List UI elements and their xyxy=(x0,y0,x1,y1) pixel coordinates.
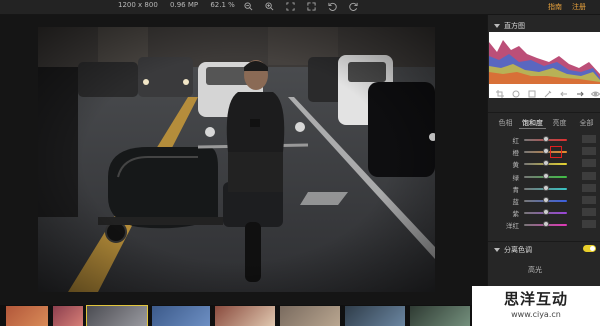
tab-luminance[interactable]: 亮度 xyxy=(546,117,573,129)
hsl-slider-row: 黄 xyxy=(490,159,598,169)
hsl-slider-row: 红 xyxy=(490,135,598,145)
hsl-slider-label: 蓝 xyxy=(512,198,520,206)
circle-tool-icon[interactable] xyxy=(510,89,521,99)
crop-icon[interactable] xyxy=(494,89,505,99)
hsl-slider-value-box[interactable] xyxy=(582,147,596,156)
image-dimensions: 1200 x 800 xyxy=(118,1,158,9)
hsl-slider-label: 橙 xyxy=(512,149,520,158)
square-tool-icon[interactable] xyxy=(526,89,537,99)
adjustments-panel: 直方图 色相 饱和度 亮度 全部 红 橙 黄 绿 青 蓝 紫 洋红 分离色调 高… xyxy=(487,15,600,326)
hsl-slider-handle[interactable] xyxy=(542,172,549,179)
watermark-url: www.ciya.cn xyxy=(511,310,561,319)
hsl-slider-label: 红 xyxy=(512,137,520,145)
tab-all[interactable]: 全部 xyxy=(573,117,600,129)
filmstrip-thumbnail[interactable] xyxy=(280,306,340,326)
filmstrip-thumbnail[interactable] xyxy=(152,306,210,326)
hsl-slider-handle[interactable] xyxy=(542,136,549,142)
divider xyxy=(488,241,600,242)
tab-hue[interactable]: 色相 xyxy=(492,117,519,129)
hsl-slider-label: 紫 xyxy=(512,210,520,219)
hsl-slider-label: 青 xyxy=(512,185,520,194)
hsl-slider-value-box[interactable] xyxy=(582,220,596,229)
guide-link[interactable]: 指南 xyxy=(548,2,562,12)
split-toning-toggle[interactable] xyxy=(583,245,596,252)
hsl-slider-value-box[interactable] xyxy=(582,171,596,180)
zoom-in-icon[interactable] xyxy=(264,1,275,12)
filmstrip-thumbnail[interactable] xyxy=(345,306,405,326)
collapse-triangle-icon xyxy=(494,24,500,28)
hsl-tabs: 色相 饱和度 亮度 全部 xyxy=(492,117,600,129)
hsl-slider-row: 绿 xyxy=(490,171,598,182)
hsl-slider-row: 洋红 xyxy=(490,220,598,230)
image-megapixels: 0.96 MP xyxy=(170,1,199,9)
hsl-slider-value-box[interactable] xyxy=(582,135,596,143)
eye-icon[interactable] xyxy=(590,89,600,99)
hsl-slider-value-box[interactable] xyxy=(582,208,596,217)
arrow-left-icon[interactable] xyxy=(558,89,569,99)
tab-saturation[interactable]: 饱和度 xyxy=(519,117,546,129)
image-stats: 1200 x 800 0.96 MP 62.1 % xyxy=(118,1,245,9)
hsl-slider-row: 橙 xyxy=(490,147,598,157)
divider xyxy=(488,112,600,113)
highlight-marker xyxy=(550,146,562,158)
hsl-slider-row: 蓝 xyxy=(490,196,598,206)
collapse-triangle-icon xyxy=(494,248,500,252)
photo-preview[interactable] xyxy=(38,27,435,292)
hsl-slider-handle[interactable] xyxy=(542,197,549,203)
filmstrip-thumbnail[interactable] xyxy=(6,306,48,326)
undo-icon[interactable] xyxy=(327,1,338,12)
split-toning-header[interactable]: 分离色调 xyxy=(494,245,532,255)
hsl-slider-row: 紫 xyxy=(490,208,598,218)
editor-canvas[interactable] xyxy=(0,15,487,305)
arrow-right-icon[interactable] xyxy=(574,89,585,99)
hsl-slider-handle[interactable] xyxy=(542,221,549,228)
top-toolbar: 1200 x 800 0.96 MP 62.1 % 指南 注册 xyxy=(0,0,600,15)
hsl-slider-value-box[interactable] xyxy=(582,183,596,192)
filmstrip-thumbnail[interactable] xyxy=(53,306,83,326)
hsl-slider-row: 青 xyxy=(490,183,598,194)
filmstrip-thumbnail-selected[interactable] xyxy=(86,305,148,326)
watermark-title: 思洋互动 xyxy=(503,290,568,308)
watermark-logo: 思洋互动 www.ciya.cn xyxy=(472,286,600,326)
hsl-slider-handle[interactable] xyxy=(542,209,549,216)
zoom-level: 62.1 % xyxy=(210,1,235,9)
hsl-slider-label: 绿 xyxy=(512,173,520,182)
zoom-out-icon[interactable] xyxy=(243,1,254,12)
filmstrip-thumbnail[interactable] xyxy=(410,306,470,326)
highlights-label: 高光 xyxy=(528,266,542,274)
split-toning-title: 分离色调 xyxy=(504,246,532,254)
brush-icon[interactable] xyxy=(542,89,553,99)
filmstrip xyxy=(0,305,487,326)
hsl-slider-handle[interactable] xyxy=(542,184,549,191)
filmstrip-thumbnail[interactable] xyxy=(215,306,275,326)
hsl-slider-label: 洋红 xyxy=(506,222,519,231)
hsl-slider-handle[interactable] xyxy=(542,148,549,155)
hsl-slider-value-box[interactable] xyxy=(582,159,596,168)
hsl-slider-value-box[interactable] xyxy=(582,196,596,204)
hsl-slider-handle[interactable] xyxy=(542,160,549,167)
fit-screen-icon[interactable] xyxy=(285,1,296,12)
fullscreen-icon[interactable] xyxy=(306,1,317,12)
hsl-slider-label: 黄 xyxy=(512,161,520,170)
register-link[interactable]: 注册 xyxy=(572,2,586,12)
histogram-header[interactable]: 直方图 xyxy=(494,21,525,31)
redo-icon[interactable] xyxy=(348,1,359,12)
histogram-title: 直方图 xyxy=(504,22,525,30)
